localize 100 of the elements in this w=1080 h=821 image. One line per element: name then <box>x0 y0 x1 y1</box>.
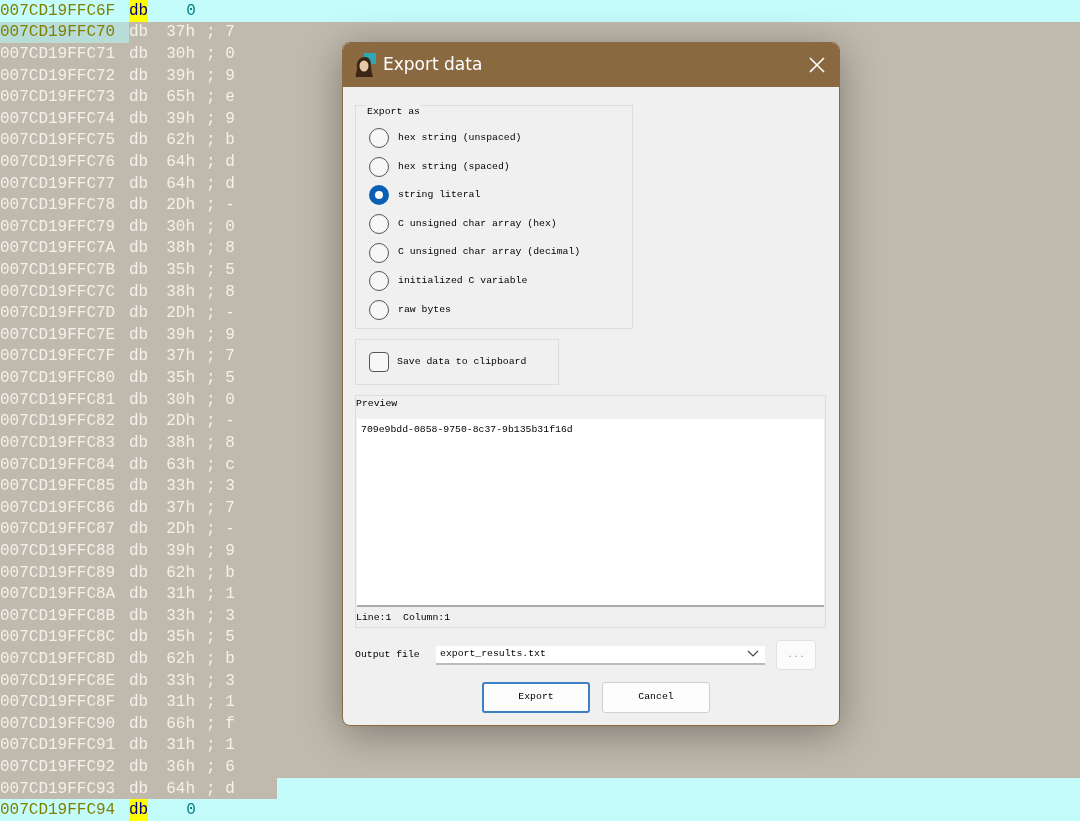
address-text: 007CD19FFC77 <box>0 173 117 195</box>
address-text: 007CD19FFC8C <box>0 627 117 649</box>
operand-text: 30h <box>166 218 195 235</box>
mnemonic-text: db <box>129 130 149 152</box>
export-button[interactable]: Export <box>482 682 590 713</box>
radio-option[interactable]: hex string (unspaced) <box>369 124 632 153</box>
mnemonic-text: db <box>129 346 149 368</box>
operand-text: 33h <box>166 672 195 689</box>
operand-text: 31h <box>166 586 195 603</box>
address-text: 007CD19FFC94 <box>0 800 117 821</box>
mnemonic-text: db <box>129 238 149 260</box>
mnemonic-text: db <box>129 216 149 238</box>
radio-button[interactable] <box>369 185 389 206</box>
address-text: 007CD19FFC71 <box>0 44 117 65</box>
mnemonic-text: db <box>129 799 149 821</box>
mnemonic-text: db <box>129 173 149 195</box>
mnemonic-text: db <box>129 65 149 87</box>
mnemonic-text: db <box>129 389 149 411</box>
mnemonic-text: db <box>129 476 149 497</box>
app-icon <box>353 53 377 77</box>
comment-text: ; 0 <box>206 218 235 235</box>
operand-text: 64h <box>166 175 195 192</box>
address-text: 007CD19FFC7B <box>0 260 117 281</box>
mnemonic-text: db <box>129 87 149 108</box>
address-text: 007CD19FFC7D <box>0 303 117 325</box>
address-text: 007CD19FFC8E <box>0 670 117 692</box>
operand-text: 2Dh <box>166 305 195 322</box>
comment-text: ; f <box>206 715 235 732</box>
mnemonic-text: db <box>129 756 149 778</box>
mnemonic-text: db <box>129 411 149 433</box>
mnemonic-text: db <box>129 519 149 541</box>
clipboard-checkbox[interactable]: Save data to clipboard <box>369 352 527 372</box>
comment-text: ; 7 <box>206 499 235 516</box>
radio-option[interactable]: hex string (spaced) <box>369 152 632 182</box>
address-text: 007CD19FFC87 <box>0 519 117 541</box>
mnemonic-text: db <box>129 0 149 22</box>
mnemonic-text: db <box>129 584 149 605</box>
address-text: 007CD19FFC83 <box>0 432 117 454</box>
comment-text: ; 8 <box>206 434 235 451</box>
address-text: 007CD19FFC78 <box>0 195 117 217</box>
radio-button[interactable] <box>369 299 389 320</box>
address-text: 007CD19FFC90 <box>0 713 117 735</box>
comment-text: ; c <box>206 456 235 473</box>
mnemonic-text: db <box>129 497 149 519</box>
mnemonic-text: db <box>129 44 149 65</box>
operand-text: 37h <box>166 499 195 516</box>
cancel-button[interactable]: Cancel <box>602 682 710 713</box>
comment-text: ; 8 <box>206 283 235 300</box>
radio-button[interactable] <box>369 128 389 149</box>
chevron-down-icon <box>747 650 759 658</box>
comment-text: ; 0 <box>206 46 235 62</box>
operand-text: 39h <box>166 326 195 343</box>
mnemonic-text: db <box>129 454 149 476</box>
address-text: 007CD19FFC6F <box>0 0 117 22</box>
address-text: 007CD19FFC72 <box>0 65 117 87</box>
operand-text: 65h <box>166 89 195 106</box>
radio-button[interactable] <box>369 156 389 177</box>
comment-text: ; d <box>206 175 235 192</box>
operand-text: 0 <box>186 802 196 819</box>
address-text: 007CD19FFC7E <box>0 324 117 346</box>
mnemonic-text: db <box>129 303 149 325</box>
operand-text: 37h <box>166 348 195 365</box>
output-file-combobox[interactable]: export_results.txt <box>436 645 765 665</box>
operand-text: 39h <box>166 67 195 84</box>
group-label: Preview <box>356 398 398 409</box>
operand-text: 30h <box>166 46 195 62</box>
operand-text: 31h <box>166 694 195 711</box>
comment-text: ; - <box>206 521 235 538</box>
mnemonic-text: db <box>129 368 149 389</box>
comment-text: ; 3 <box>206 607 235 624</box>
mnemonic-text: db <box>129 692 149 713</box>
address-text: 007CD19FFC82 <box>0 411 117 433</box>
comment-text: ; 3 <box>206 672 235 689</box>
radio-option[interactable]: initialized C variable <box>369 266 632 296</box>
radio-button[interactable] <box>369 214 389 235</box>
operand-text: 35h <box>166 629 195 646</box>
address-text: 007CD19FFC8F <box>0 692 117 713</box>
comment-text: ; 3 <box>206 478 235 495</box>
operand-text: 36h <box>166 758 195 775</box>
operand-text: 35h <box>166 262 195 279</box>
operand-text: 30h <box>166 391 195 408</box>
address-text: 007CD19FFC84 <box>0 454 117 476</box>
comment-text: ; 9 <box>206 67 235 84</box>
radio-button[interactable] <box>369 242 389 263</box>
radio-option[interactable]: C unsigned char array (hex) <box>369 209 632 239</box>
address-text: 007CD19FFC92 <box>0 756 117 778</box>
mnemonic-text: db <box>129 735 149 757</box>
operand-text: 62h <box>166 132 195 149</box>
comment-text: ; 5 <box>206 262 235 279</box>
mnemonic-text: db <box>129 605 149 627</box>
radio-option[interactable]: string literal <box>369 181 632 210</box>
address-text: 007CD19FFC88 <box>0 540 117 562</box>
operand-text: 38h <box>166 434 195 451</box>
operand-text: 63h <box>166 456 195 473</box>
radio-option[interactable]: C unsigned char array (decimal) <box>369 238 632 267</box>
preview-text-area[interactable]: 709e9bdd-0858-9750-8c37-9b135b31f16d <box>357 419 824 607</box>
radio-button[interactable] <box>369 271 389 292</box>
mnemonic-text: db <box>129 670 149 692</box>
radio-option[interactable]: raw bytes <box>369 295 632 325</box>
close-icon[interactable] <box>809 57 825 73</box>
